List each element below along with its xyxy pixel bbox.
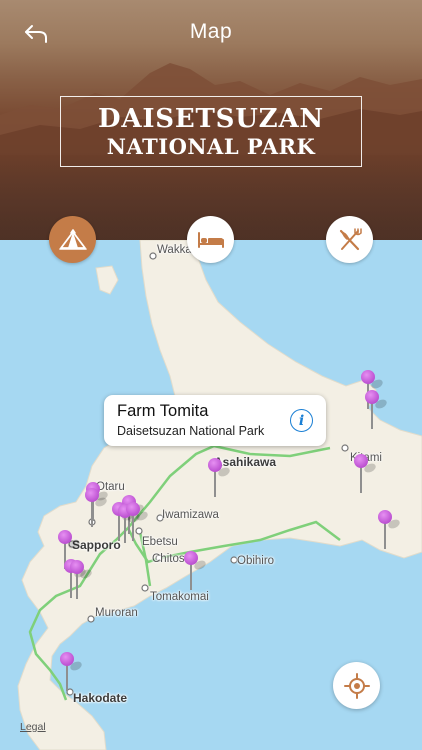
- park-name-line2: NATIONAL PARK: [106, 133, 316, 159]
- map-pin[interactable]: [365, 390, 389, 430]
- map-pin[interactable]: [70, 560, 94, 600]
- park-name-box: DAISETSUZAN NATIONAL PARK: [60, 96, 362, 167]
- park-name-line1: DAISETSUZAN: [98, 103, 324, 134]
- header-banner: Map DAISETSUZAN NATIONAL PARK: [0, 0, 422, 240]
- fork-knife-icon: [339, 227, 362, 250]
- place-label-obihiro: Obihiro: [237, 555, 275, 567]
- legal-link[interactable]: Legal: [20, 721, 46, 733]
- hotels-category-button[interactable]: [187, 216, 234, 263]
- map-pin[interactable]: [85, 488, 109, 528]
- map-pin[interactable]: [184, 551, 208, 591]
- crosshair-icon: [343, 672, 370, 699]
- page-title: Map: [189, 20, 233, 43]
- island-shape: [95, 265, 119, 295]
- place-label-ebetsu: Ebetsu: [142, 536, 178, 548]
- info-icon[interactable]: i: [290, 409, 313, 432]
- restaurants-category-button[interactable]: [326, 216, 373, 263]
- map-pin[interactable]: [60, 652, 84, 692]
- place-label-muroran: Muroran: [95, 607, 138, 619]
- map-pin[interactable]: [378, 510, 402, 550]
- callout-subtitle: Daisetsuzan National Park: [117, 424, 265, 438]
- camping-category-button[interactable]: [49, 216, 96, 263]
- place-label-iwamizawa: Iwamizawa: [162, 509, 219, 521]
- map-pin[interactable]: [126, 502, 150, 542]
- tent-icon: [58, 228, 87, 250]
- map-pin[interactable]: [208, 458, 232, 498]
- bed-icon: [197, 231, 224, 248]
- map-pin[interactable]: [354, 454, 378, 494]
- callout-title: Farm Tomita: [117, 402, 209, 420]
- map-callout[interactable]: Farm Tomita Daisetsuzan National Park i: [104, 395, 326, 446]
- place-label-tomakomai: Tomakomai: [150, 591, 209, 603]
- place-label-hakodate: Hakodate: [73, 691, 128, 705]
- locate-button[interactable]: [333, 662, 380, 709]
